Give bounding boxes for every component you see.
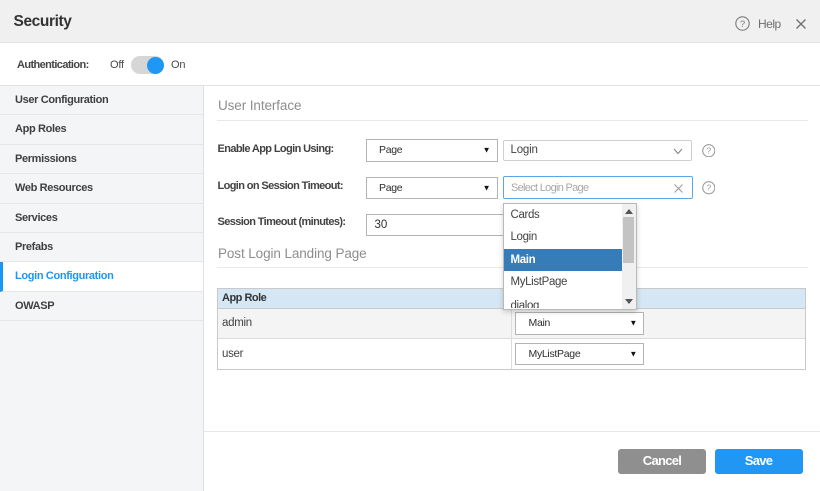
svg-text:?: ? <box>706 145 711 155</box>
svg-text:?: ? <box>740 19 745 30</box>
svg-text:?: ? <box>706 183 711 193</box>
